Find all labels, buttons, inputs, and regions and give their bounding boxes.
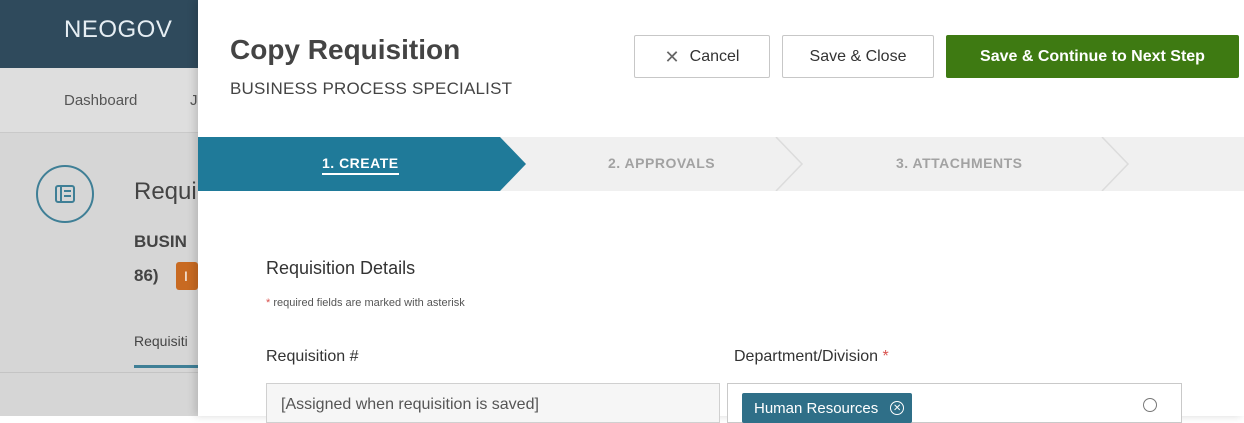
status-badge: I (176, 262, 198, 290)
copy-requisition-panel: Copy Requisition BUSINESS PROCESS SPECIA… (198, 0, 1244, 423)
step-progress-bar: 1. CREATE 2. APPROVALS 3. ATTACHMENTS (198, 137, 1244, 191)
cancel-label: Cancel (689, 47, 740, 65)
record-id: 86) (134, 266, 159, 285)
record-title: Requi (134, 178, 197, 205)
record-subtitle: BUSIN (134, 232, 187, 251)
active-tab-indicator (134, 365, 198, 368)
search-icon[interactable] (1143, 398, 1157, 412)
page-subtitle: BUSINESS PROCESS SPECIALIST (230, 79, 513, 98)
app-logo[interactable]: NEOGOV (64, 16, 172, 44)
page-title: Copy Requisition (230, 34, 461, 65)
department-chip-label: Human Resources (754, 399, 879, 417)
document-icon (36, 165, 94, 223)
section-title: Requisition Details (266, 258, 416, 278)
remove-chip-icon[interactable]: ✕ (890, 401, 905, 415)
nav-item-dashboard[interactable]: Dashboard (64, 92, 137, 109)
save-close-label: Save & Close (809, 47, 907, 65)
close-icon: ✕ (664, 46, 680, 67)
department-label-text: Department/Division (734, 348, 879, 365)
step-create[interactable]: 1. CREATE (322, 155, 399, 175)
required-note-text: required fields are marked with asterisk (273, 297, 465, 309)
panel-header: Copy Requisition BUSINESS PROCESS SPECIA… (198, 0, 1244, 137)
department-label: Department/Division * (734, 348, 889, 366)
required-asterisk: * (266, 297, 271, 309)
department-chip: Human Resources ✕ (742, 393, 913, 423)
tab-requisition[interactable]: Requisiti (134, 333, 188, 349)
save-continue-button[interactable]: Save & Continue to Next Step (946, 35, 1239, 78)
required-note: * required fields are marked with asteri… (266, 297, 465, 309)
step-attachments[interactable]: 3. ATTACHMENTS (896, 155, 1023, 171)
divider (0, 372, 200, 373)
department-select[interactable]: Human Resources ✕ (727, 383, 1182, 423)
step-approvals[interactable]: 2. APPROVALS (608, 155, 715, 171)
nav-item-fragment[interactable]: J (190, 92, 198, 109)
department-required-asterisk: * (882, 348, 889, 365)
requisition-number-label: Requisition # (266, 348, 359, 365)
save-continue-label: Save & Continue to Next Step (980, 47, 1205, 65)
cancel-button[interactable]: ✕ Cancel (634, 35, 770, 78)
requisition-number-field: [Assigned when requisition is saved] (266, 383, 720, 423)
save-close-button[interactable]: Save & Close (782, 35, 934, 78)
requisition-number-value: [Assigned when requisition is saved] (281, 396, 539, 413)
